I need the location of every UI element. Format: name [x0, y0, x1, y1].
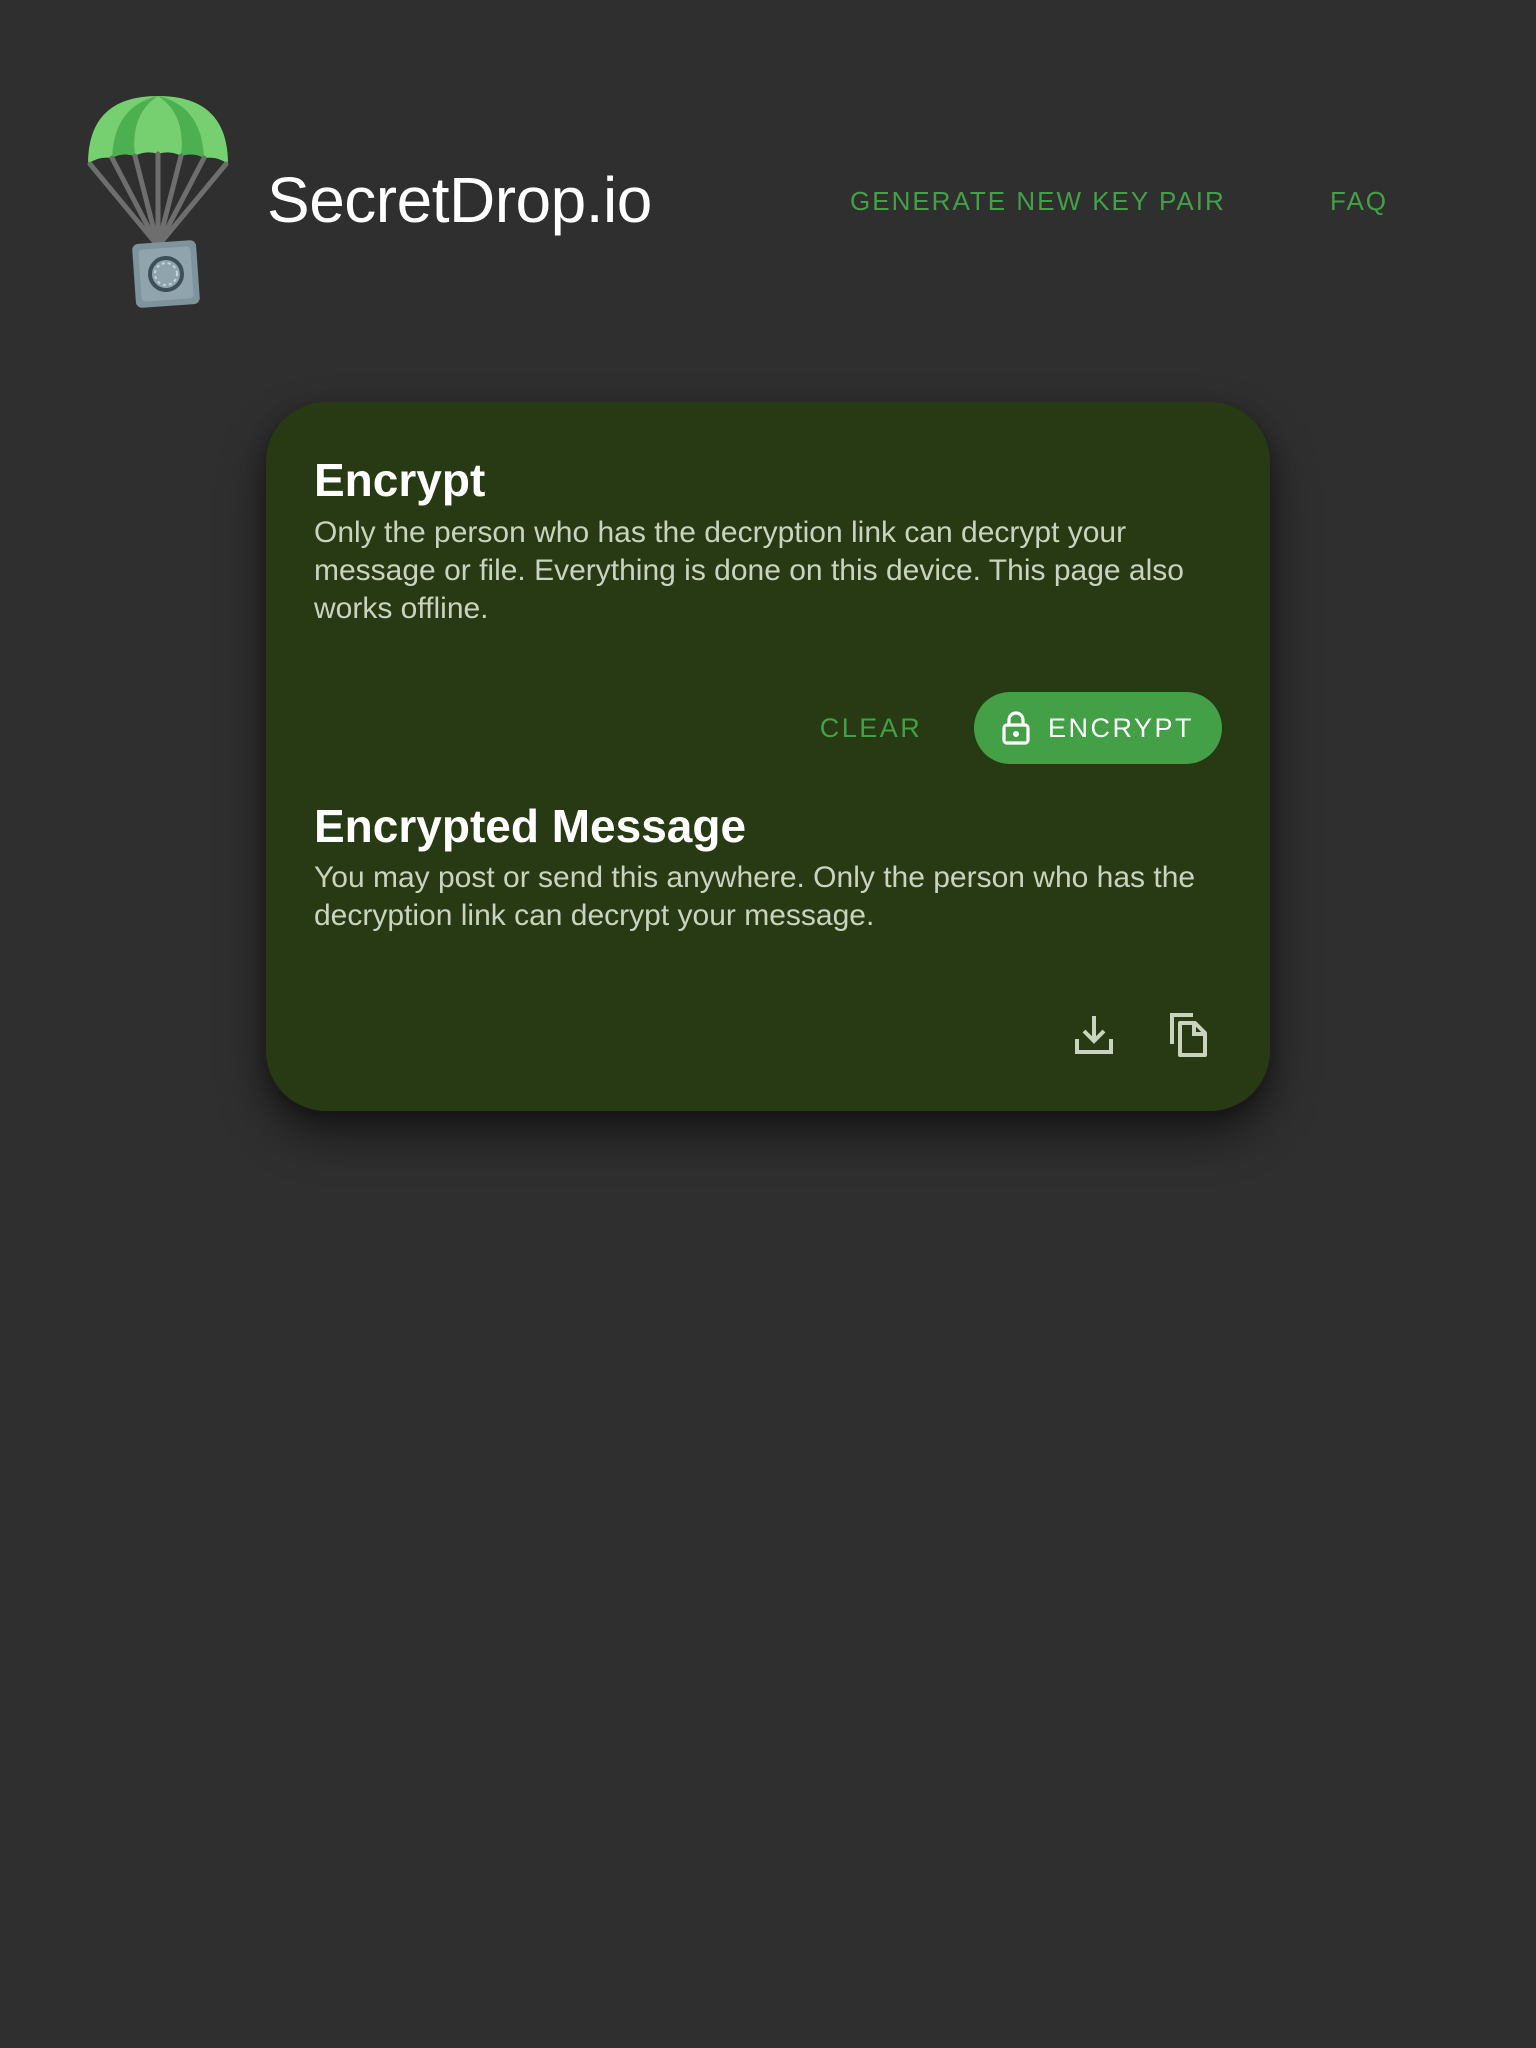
nav-faq[interactable]: FAQ [1330, 186, 1388, 216]
download-icon [1075, 1016, 1113, 1054]
download-button[interactable] [1066, 1006, 1122, 1062]
brand-title: SecretDrop.io [267, 164, 652, 236]
app-header: SecretDrop.io GENERATE NEW KEY PAIR FAQ [0, 0, 1536, 340]
encrypt-title: Encrypt [314, 454, 486, 506]
encrypt-card: Encrypt Only the person who has the decr… [266, 402, 1270, 1111]
clear-button-label: CLEAR [819, 712, 923, 743]
copy-button[interactable] [1160, 1006, 1216, 1062]
clear-button[interactable]: CLEAR [806, 692, 936, 764]
encrypted-message-description: You may post or send this anywhere. Only… [314, 861, 1196, 932]
encrypt-button-label: ENCRYPT [1047, 712, 1195, 743]
encrypted-message-title: Encrypted Message [314, 800, 747, 852]
encrypt-button[interactable]: ENCRYPT [974, 692, 1222, 764]
copy-icon [1170, 1013, 1207, 1057]
parachute-safe-icon [87, 96, 229, 308]
encrypt-description: Only the person who has the decryption l… [314, 516, 1184, 625]
lock-icon [1002, 711, 1030, 745]
nav-generate-key-pair[interactable]: GENERATE NEW KEY PAIR [850, 186, 1226, 216]
